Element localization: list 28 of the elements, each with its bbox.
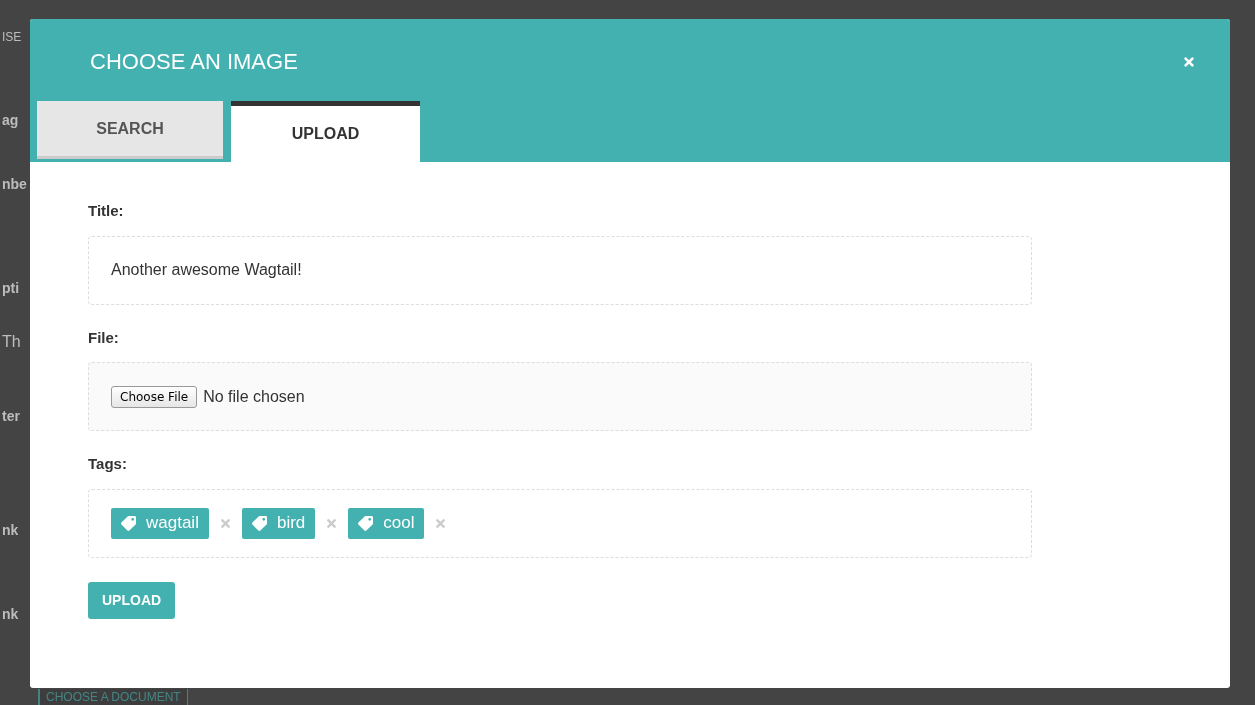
file-status-text: No file chosen <box>203 386 305 407</box>
close-icon[interactable] <box>1182 54 1196 69</box>
tag-icon <box>251 515 267 531</box>
background-text: ISE <box>2 30 22 44</box>
field-label: Title: <box>88 201 125 221</box>
tag-chip: bird <box>241 507 316 539</box>
field-label: File: <box>88 327 120 348</box>
background-text: ag <box>2 112 19 128</box>
tag-icon <box>358 515 374 531</box>
tab[interactable]: SEARCH <box>37 101 223 159</box>
tag-chip: wagtail <box>111 507 209 539</box>
background-text: nk <box>2 522 19 538</box>
field-label: Tags: <box>88 454 128 474</box>
background-text: nk <box>2 606 19 622</box>
file-field[interactable]: Choose File No file chosen <box>88 362 1032 431</box>
tab[interactable]: UPLOAD <box>231 101 420 162</box>
background-text: pti <box>2 280 20 296</box>
background-text: Th <box>2 333 21 350</box>
background-text: ter <box>2 408 20 424</box>
tag-icon <box>121 515 136 531</box>
remove-tag-icon[interactable] <box>218 516 232 530</box>
modal-title: CHOOSE AN IMAGE <box>90 48 298 76</box>
background-text: nbe <box>2 176 27 192</box>
tag-chip: cool <box>348 507 425 539</box>
remove-tag-icon[interactable] <box>434 516 448 530</box>
remove-tag-icon[interactable] <box>325 516 339 530</box>
choose-file-button[interactable]: Choose File <box>111 385 198 408</box>
title-field[interactable]: Another awesome Wagtail! <box>88 235 1032 305</box>
